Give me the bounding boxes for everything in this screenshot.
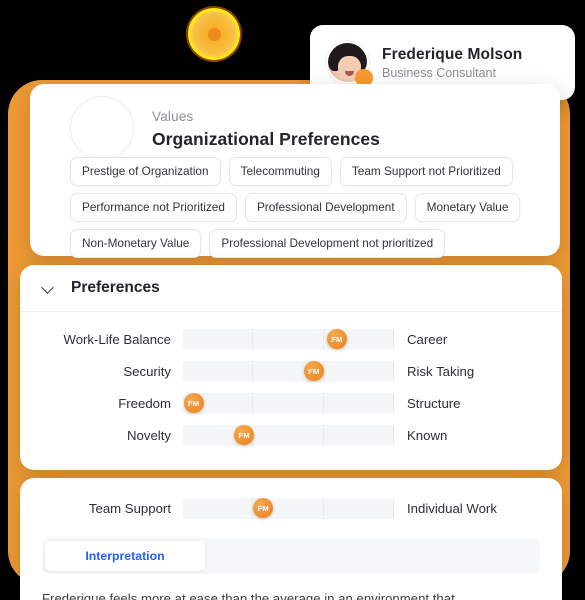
slider-segment	[324, 360, 394, 382]
slider-thumb[interactable]: FM	[183, 393, 204, 413]
preference-slider-row: Work-Life Balance FM Career	[20, 323, 562, 355]
sun-badge-icon	[188, 8, 240, 60]
values-card-header: Values Organizational Preferences	[42, 96, 380, 160]
slider-left-label: Freedom	[118, 395, 171, 411]
profile-text: Frederique Molson Business Consultant	[382, 45, 522, 80]
value-tag[interactable]: Monetary Value	[414, 193, 521, 222]
slider-track[interactable]: FM	[183, 328, 394, 350]
chevron-down-icon[interactable]	[42, 282, 55, 295]
slider-segment	[324, 424, 394, 446]
value-tag[interactable]: Performance not Prioritized	[70, 193, 237, 222]
slider-right-label: Career	[407, 331, 448, 347]
slider-track[interactable]: FM	[183, 360, 394, 382]
slider-thumb[interactable]: FM	[327, 329, 348, 349]
preference-slider-row: Team Support FM Individual Work	[20, 492, 562, 524]
slider-left-label: Work-Life Balance	[63, 331, 171, 347]
value-tag[interactable]: Professional Development not prioritized	[209, 229, 446, 258]
preferences-card: Preferences Work-Life Balance FM Career Sec…	[20, 265, 562, 470]
value-tag[interactable]: Professional Development	[244, 193, 407, 222]
preferences-title: Preferences	[71, 279, 160, 296]
value-tag[interactable]: Non-Monetary Value	[70, 229, 202, 258]
values-kicker: Values	[152, 108, 194, 124]
slider-segment	[183, 497, 254, 519]
profile-name: Frederique Molson	[382, 45, 523, 63]
preference-slider-list: Work-Life Balance FM Career Security FM Risk …	[20, 312, 562, 451]
slider-left-label: Security	[123, 363, 171, 379]
slider-thumb[interactable]: FM	[303, 361, 324, 381]
tab-interpretation[interactable]: Interpretation	[45, 541, 205, 571]
slider-segment	[253, 424, 324, 446]
values-card: Values Organizational Preferences Presti…	[30, 84, 560, 258]
organization-logo-placeholder-icon	[70, 96, 134, 160]
slider-right-label: Structure	[407, 395, 461, 411]
page-title: Organizational Preferences	[152, 128, 380, 149]
slider-segment	[183, 328, 254, 350]
values-tag-list: Prestige of Organization Telecommuting Tea…	[70, 157, 540, 258]
slider-segment	[253, 392, 324, 414]
value-tag[interactable]: Team Support not Prioritized	[339, 157, 513, 186]
preference-slider-row: Security FM Risk Taking	[20, 355, 562, 387]
preferences-header[interactable]: Preferences	[20, 265, 562, 312]
slider-left-label: Novelty	[127, 427, 171, 443]
slider-segment	[253, 328, 324, 350]
slider-track[interactable]: FM	[183, 424, 394, 446]
value-tag[interactable]: Prestige of Organization	[70, 157, 221, 186]
slider-right-label: Individual Work	[407, 500, 497, 516]
slider-track[interactable]: FM	[183, 392, 394, 414]
bottom-slider-row: Team Support FM Individual Work	[20, 492, 562, 524]
profile-role: Business Consultant	[382, 66, 496, 81]
slider-segment	[324, 392, 394, 414]
slider-segment	[324, 497, 394, 519]
slider-right-label: Known	[407, 427, 448, 443]
interpretation-body-text: Frederique feels more at ease than the a…	[42, 591, 455, 600]
preference-slider-row: Novelty FM Known	[20, 419, 562, 451]
slider-segment	[183, 360, 254, 382]
avatar	[326, 41, 373, 87]
screen-root: Frederique Molson Business Consultant Va…	[0, 0, 585, 600]
slider-track[interactable]: FM	[183, 497, 394, 519]
preference-slider-row: Freedom FM Structure	[20, 387, 562, 419]
value-tag[interactable]: Telecommuting	[228, 157, 332, 186]
slider-left-label: Team Support	[88, 500, 171, 516]
interpretation-card: Team Support FM Individual Work Interpreta…	[20, 478, 562, 600]
interpretation-tabbar: Interpretation	[42, 538, 540, 574]
slider-right-label: Risk Taking	[407, 363, 475, 379]
